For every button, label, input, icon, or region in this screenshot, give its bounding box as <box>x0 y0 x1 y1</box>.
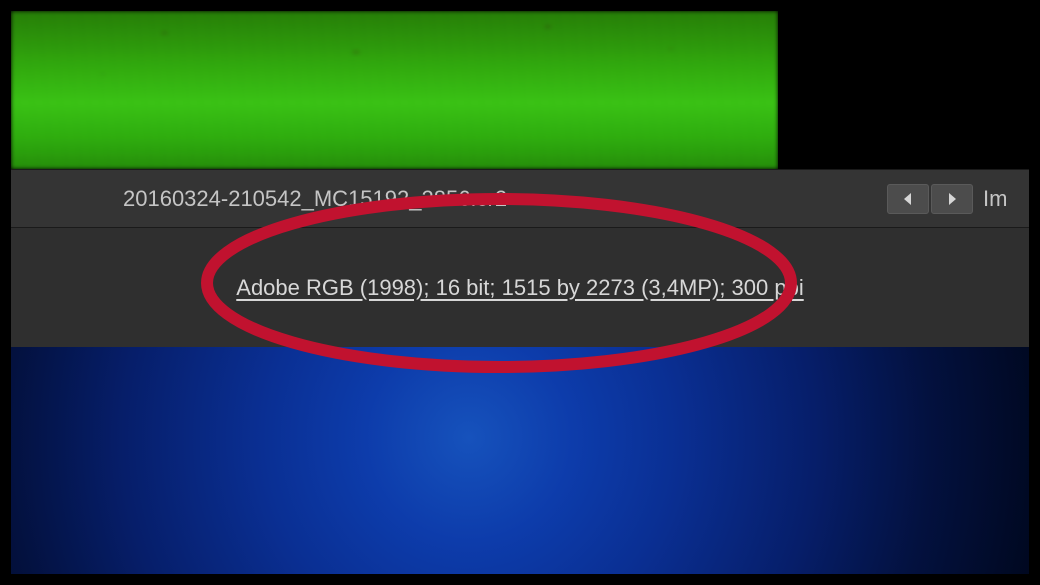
next-image-button[interactable] <box>931 184 973 214</box>
truncated-label: Im <box>983 186 1029 212</box>
prev-image-button[interactable] <box>887 184 929 214</box>
workflow-options-link[interactable]: Adobe RGB (1998); 16 bit; 1515 by 2273 (… <box>236 275 803 301</box>
triangle-left-icon <box>903 192 913 206</box>
nav-button-group <box>887 184 973 214</box>
workflow-info-bar: Adobe RGB (1998); 16 bit; 1515 by 2273 (… <box>11 227 1029 347</box>
background-panel <box>11 347 1029 574</box>
preview-content <box>11 11 778 169</box>
image-preview[interactable] <box>11 11 778 169</box>
filename-bar: 20160324-210542_MC15192_2856.cr2 Im <box>11 169 1029 227</box>
app-frame: 20160324-210542_MC15192_2856.cr2 Im Adob… <box>11 11 1029 574</box>
filename-label: 20160324-210542_MC15192_2856.cr2 <box>123 186 507 212</box>
triangle-right-icon <box>947 192 957 206</box>
